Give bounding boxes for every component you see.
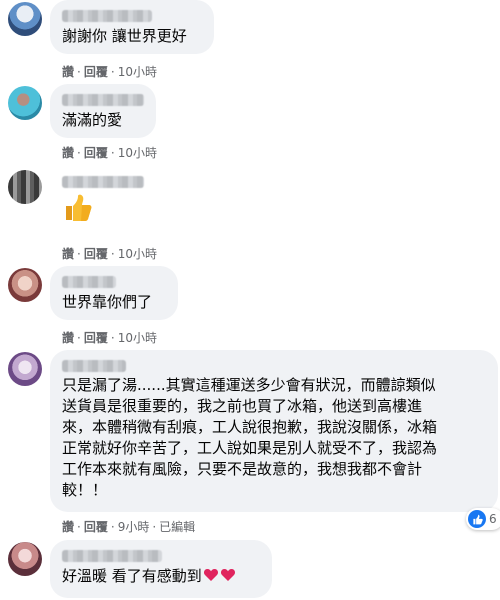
- comment-actions: 讚 · 回覆 · 10小時: [62, 145, 157, 161]
- separator: ·: [77, 65, 81, 79]
- reaction-count: 6: [489, 512, 497, 526]
- reaction-summary[interactable]: 6: [466, 508, 500, 530]
- separator: ·: [110, 520, 115, 534]
- avatar[interactable]: [8, 86, 42, 120]
- like-link[interactable]: 讚: [62, 146, 74, 160]
- commenter-name[interactable]: [62, 276, 116, 288]
- timestamp[interactable]: 10小時: [118, 247, 157, 261]
- avatar[interactable]: [8, 2, 42, 36]
- avatar[interactable]: [8, 542, 42, 576]
- reply-link[interactable]: 回覆: [84, 65, 108, 79]
- like-reaction-icon: [468, 510, 486, 528]
- separator: ·: [77, 146, 81, 160]
- thumbs-up-emoji-icon: [66, 194, 92, 221]
- comment-bubble: 世界靠你們了: [50, 266, 178, 320]
- comment-text: 好溫暖 看了有感動到: [62, 565, 260, 587]
- commenter-name[interactable]: [62, 360, 126, 372]
- avatar[interactable]: [8, 268, 42, 302]
- commenter-name[interactable]: [62, 176, 144, 188]
- separator: ·: [77, 247, 81, 261]
- comment-bubble: 好溫暖 看了有感動到: [50, 540, 272, 598]
- comment-actions: 讚 · 回覆 · 10小時: [62, 64, 157, 80]
- heart-emoji-icon: [220, 569, 235, 581]
- commenter-name[interactable]: [62, 550, 162, 562]
- commenter-name[interactable]: [62, 10, 152, 22]
- reply-link[interactable]: 回覆: [84, 331, 108, 345]
- separator: ·: [110, 247, 115, 261]
- separator: ·: [110, 331, 115, 345]
- comment-text: 只是漏了湯......其實這種運送多少會有狀況，而體諒類似 送貨員是很重要的，我…: [62, 376, 438, 499]
- separator: ·: [77, 520, 81, 534]
- comment-bubble: 只是漏了湯......其實這種運送多少會有狀況，而體諒類似 送貨員是很重要的，我…: [50, 350, 498, 512]
- comment-text-content: 好溫暖 看了有感動到: [62, 567, 202, 585]
- edited-label[interactable]: 已編輯: [159, 520, 195, 534]
- like-link[interactable]: 讚: [62, 65, 74, 79]
- avatar[interactable]: [8, 352, 42, 386]
- comment-text: 世界靠你們了: [62, 293, 153, 311]
- like-link[interactable]: 讚: [62, 331, 74, 345]
- comment-actions: 讚 · 回覆 · 10小時: [62, 330, 157, 346]
- reply-link[interactable]: 回覆: [84, 146, 108, 160]
- separator: ·: [110, 65, 115, 79]
- comment-text: 謝謝你 讓世界更好: [62, 27, 187, 45]
- comment-bubble: 滿滿的愛: [50, 84, 156, 138]
- like-link[interactable]: 讚: [62, 247, 74, 261]
- timestamp[interactable]: 9小時: [118, 520, 150, 534]
- comment-actions: 讚 · 回覆 · 9小時 · 已編輯: [62, 519, 195, 535]
- reply-link[interactable]: 回覆: [84, 520, 108, 534]
- separator: ·: [110, 146, 115, 160]
- comment-bubble: 謝謝你 讓世界更好: [50, 0, 214, 54]
- like-link[interactable]: 讚: [62, 520, 74, 534]
- comment-text: 滿滿的愛: [62, 111, 123, 129]
- commenter-name[interactable]: [62, 94, 144, 106]
- heart-emoji-icon: [203, 569, 218, 581]
- timestamp[interactable]: 10小時: [118, 331, 157, 345]
- separator: ·: [77, 331, 81, 345]
- comment-actions: 讚 · 回覆 · 10小時: [62, 246, 157, 262]
- timestamp[interactable]: 10小時: [118, 65, 157, 79]
- separator: ·: [152, 520, 157, 534]
- avatar[interactable]: [8, 170, 42, 204]
- timestamp[interactable]: 10小時: [118, 146, 157, 160]
- reply-link[interactable]: 回覆: [84, 247, 108, 261]
- comment-body: [62, 176, 144, 224]
